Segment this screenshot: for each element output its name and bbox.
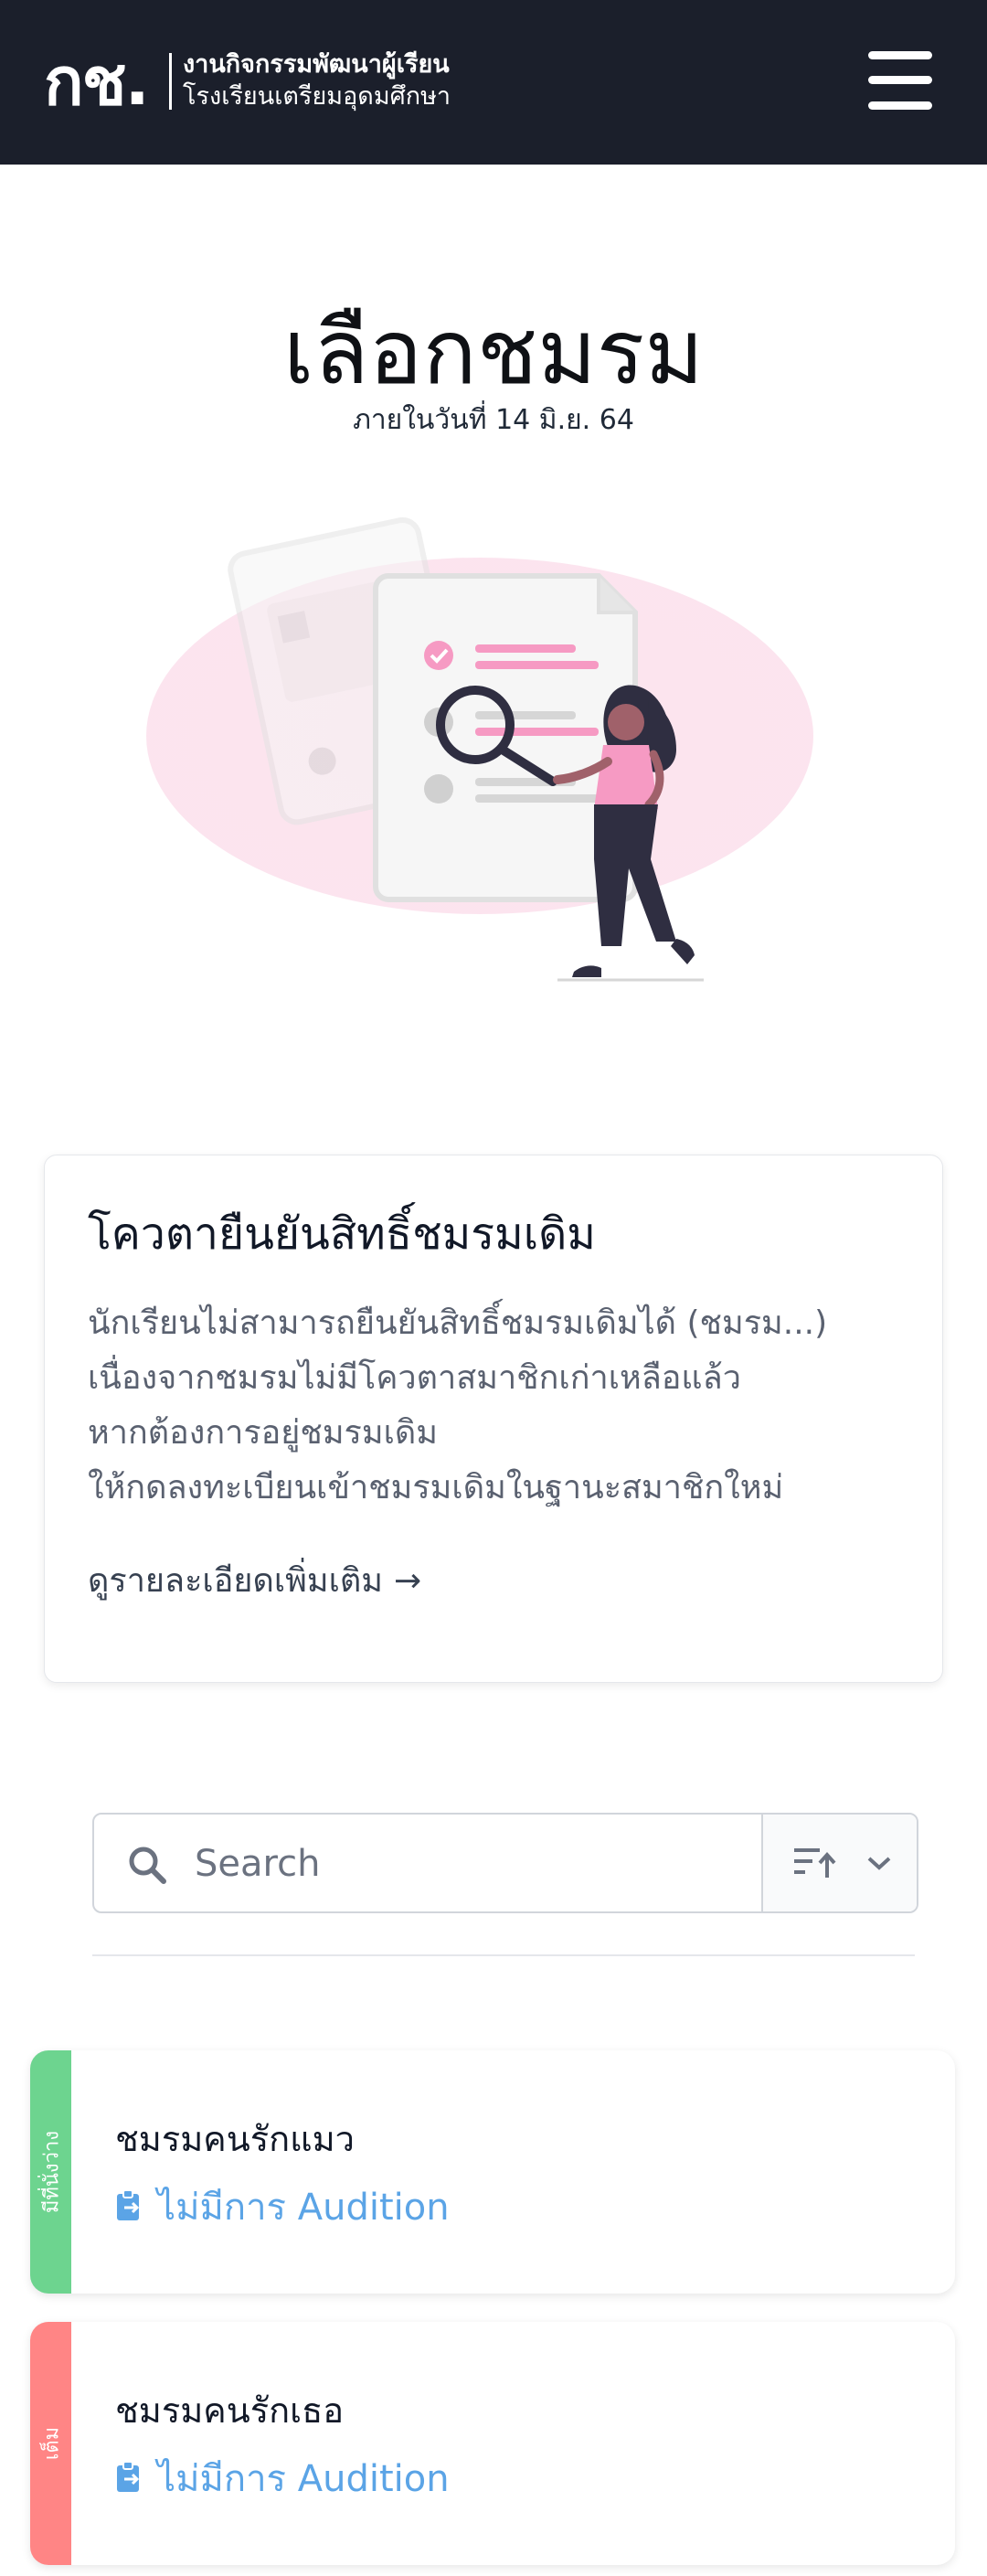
logo-school-name: โรงเรียนเตรียมอุดมศึกษา [183,82,451,111]
notice-line: นักเรียนไม่สามารถยืนยันสิทธิ์ชมรมเดิมได้… [88,1304,828,1342]
section-divider [92,1954,915,1956]
search-bar [92,1813,918,1913]
search-icon [129,1847,166,1884]
seat-status-badge: เต็ม [30,2322,71,2565]
logo-divider [169,53,172,110]
notice-line: ให้กดลงทะเบียนเข้าชมรมเดิมในฐานะสมาชิกให… [88,1469,784,1506]
logo-org-name: งานกิจกรรมพัฒนาผู้เรียน [183,50,450,79]
seat-status-label: เต็ม [40,2426,63,2461]
top-nav-bar: กช. งานกิจกรรมพัฒนาผู้เรียน โรงเรียนเตรี… [0,0,987,165]
clipboard-arrow-icon [117,2189,140,2220]
notice-body: นักเรียนไม่สามารถยืนยันสิทธิ์ชมรมเดิมได้… [88,1296,910,1516]
page-subtitle: ภายในวันที่ 14 มิ.ย. 64 [353,404,634,436]
club-name: ชมรมคนรักเธอ [115,2390,345,2431]
seat-status-badge: มีที่นั่งว่าง [30,2050,71,2294]
page-title: เลือกชมรม [282,301,705,405]
hamburger-menu-icon[interactable] [868,51,932,110]
clipboard-arrow-icon [117,2461,140,2492]
sort-dropdown-button[interactable] [761,1815,917,1911]
club-card[interactable]: มีที่นั่งว่าง ชมรมคนรักแมว ไม่มีการ Audi… [30,2050,955,2294]
more-details-label: ดูรายละเอียดเพิ่มเติม [88,1562,383,1600]
club-name: ชมรมคนรักแมว [115,2119,355,2159]
search-input[interactable] [193,1815,818,1911]
logo-mark[interactable]: กช. [44,40,150,122]
notice-line: หากต้องการอยู่ชมรมเดิม [88,1414,439,1452]
audition-label: ไม่มีการ Audition [157,2458,450,2500]
hero-illustration [146,516,813,982]
audition-info[interactable]: ไม่มีการ Audition [115,2455,450,2503]
arrow-right-icon: → [394,1562,422,1600]
quota-notice-card: โควตายืนยันสิทธิ์ชมรมเดิม นักเรียนไม่สาม… [44,1155,943,1683]
audition-label: ไม่มีการ Audition [157,2187,450,2229]
sort-ascending-icon [794,1848,836,1878]
notice-title: โควตายืนยันสิทธิ์ชมรมเดิม [88,1208,596,1260]
club-card[interactable]: เต็ม ชมรมคนรักเธอ ไม่มีการ Audition [30,2322,955,2565]
notice-line: เนื่องจากชมรมไม่มีโควตาสมาชิกเก่าเหลือแล… [88,1359,741,1397]
audition-info[interactable]: ไม่มีการ Audition [115,2184,450,2231]
seat-status-label: มีที่นั่งว่าง [40,2130,63,2214]
more-details-link[interactable]: ดูรายละเอียดเพิ่มเติม → [88,1558,421,1605]
chevron-down-icon [867,1857,891,1870]
